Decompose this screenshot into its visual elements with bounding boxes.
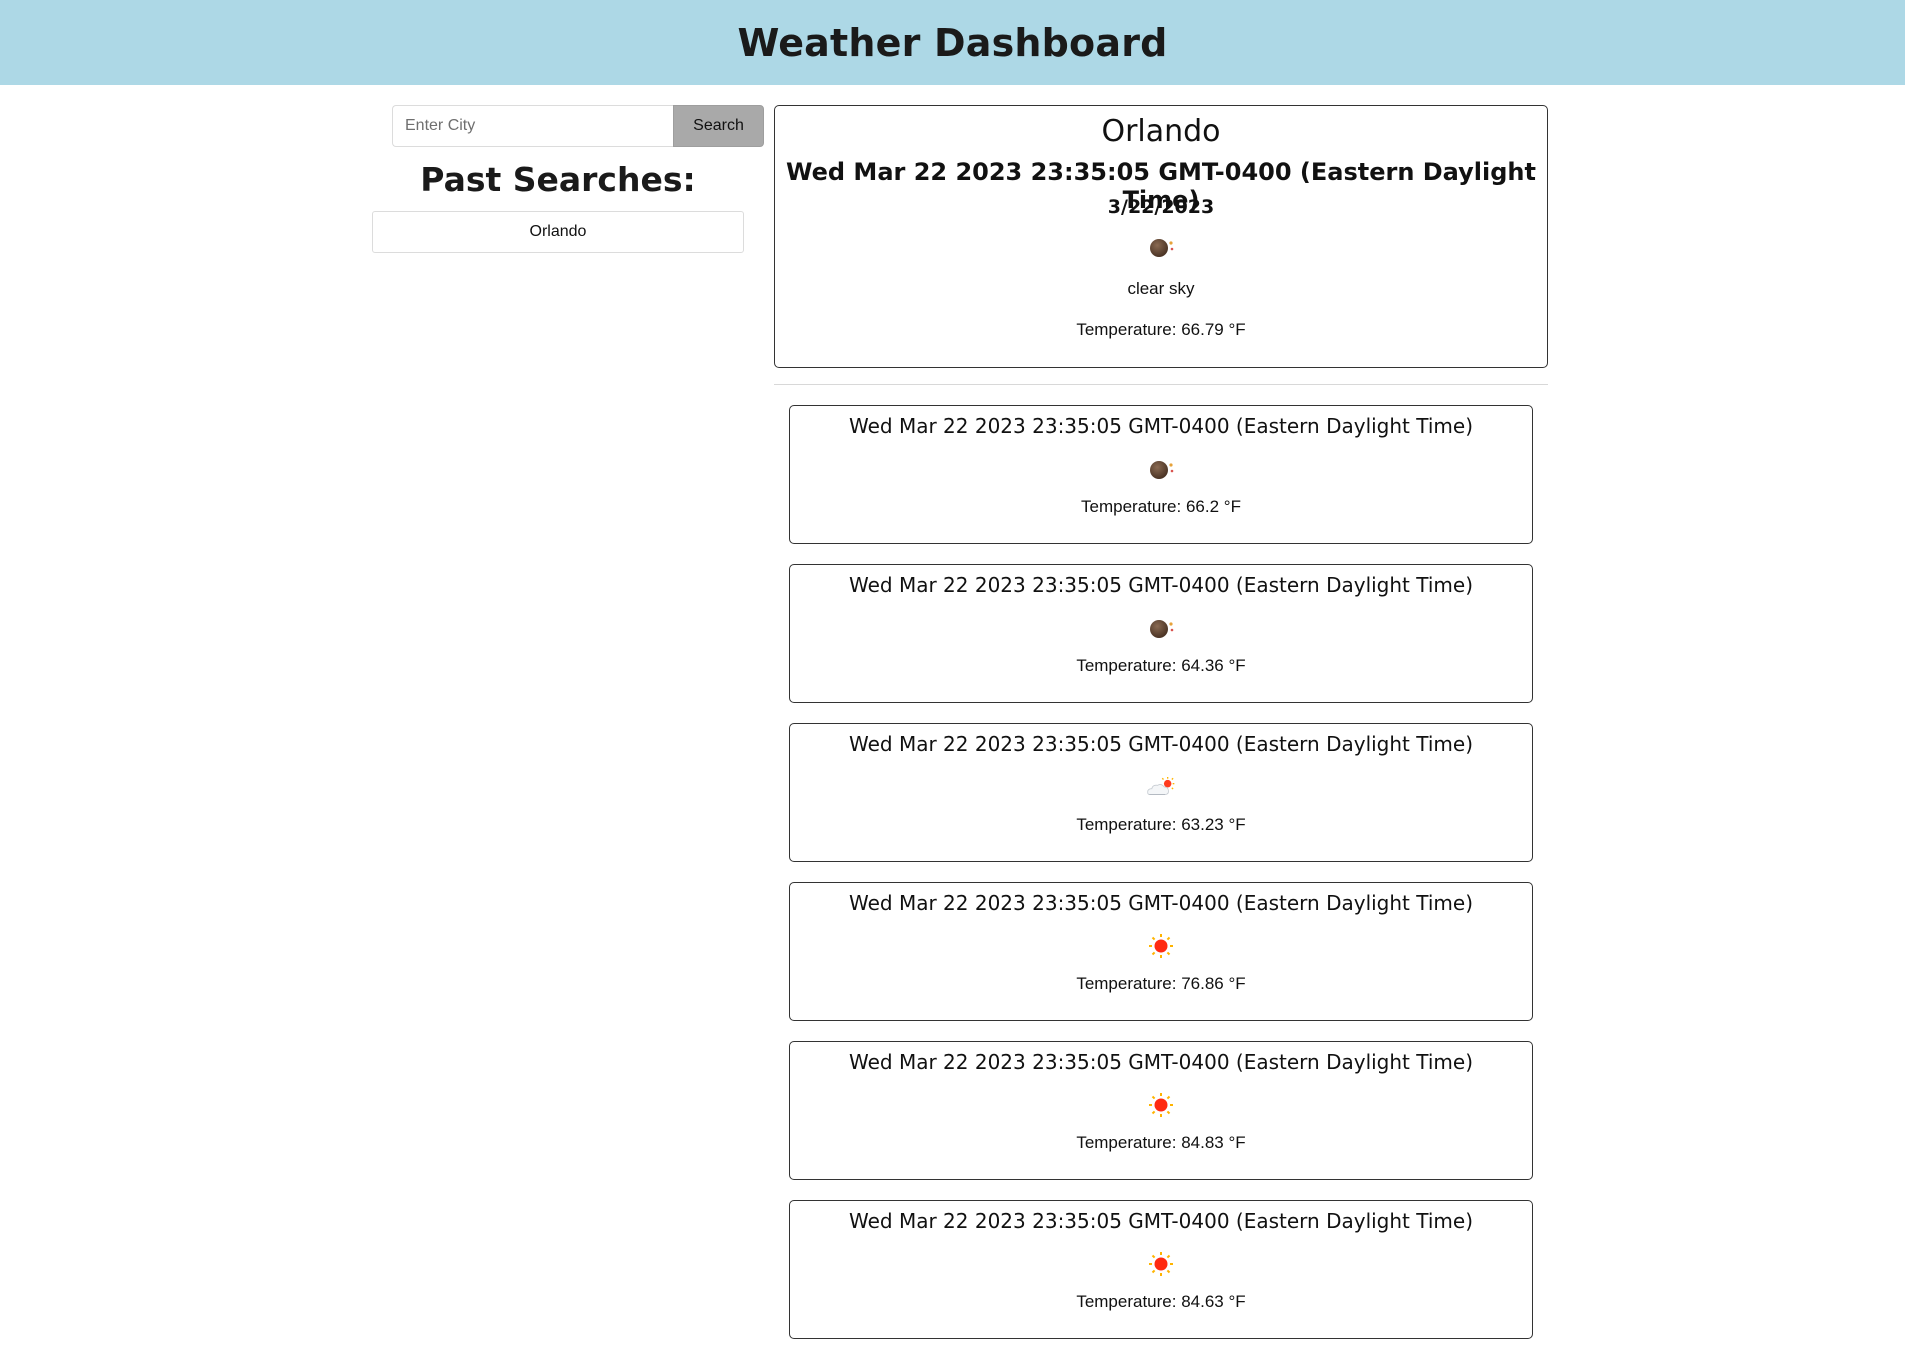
forecast-datetime: Wed Mar 22 2023 23:35:05 GMT-0400 (Easte… (849, 573, 1473, 597)
search-button[interactable]: Search (673, 105, 764, 147)
temperature-unit: °F (1223, 497, 1241, 516)
past-searches-list: Orlando (372, 211, 744, 253)
page-header: Weather Dashboard (0, 0, 1905, 85)
temperature-label: Temperature: (1076, 815, 1177, 834)
current-temperature: Temperature: 66.79 °F (775, 320, 1547, 340)
temperature-unit: °F (1228, 974, 1246, 993)
temperature-label: Temperature: (1076, 1133, 1177, 1152)
forecast-temperature: Temperature: 63.23 °F (790, 815, 1532, 835)
section-divider (774, 384, 1548, 385)
temperature-value: 64.36 (1181, 656, 1224, 675)
temperature-unit: °F (1228, 320, 1246, 339)
temperature-value: 76.86 (1181, 974, 1224, 993)
forecast-card: Wed Mar 22 2023 23:35:05 GMT-0400 (Easte… (789, 564, 1533, 703)
moon-with-stars-icon (790, 456, 1532, 482)
forecast-datetime: Wed Mar 22 2023 23:35:05 GMT-0400 (Easte… (849, 1209, 1473, 1233)
temperature-value: 84.83 (1181, 1133, 1224, 1152)
sun-icon (790, 1251, 1532, 1277)
current-city-name: Orlando (1101, 114, 1221, 149)
temperature-unit: °F (1228, 656, 1246, 675)
forecast-temperature: Temperature: 84.83 °F (790, 1133, 1532, 1153)
forecast-card: Wed Mar 22 2023 23:35:05 GMT-0400 (Easte… (789, 405, 1533, 544)
temperature-label: Temperature: (1081, 497, 1182, 516)
forecast-datetime: Wed Mar 22 2023 23:35:05 GMT-0400 (Easte… (849, 732, 1473, 756)
forecast-datetime: Wed Mar 22 2023 23:35:05 GMT-0400 (Easte… (849, 1050, 1473, 1074)
current-weather-card: Orlando Wed Mar 22 2023 23:35:05 GMT-040… (774, 105, 1548, 368)
forecast-temperature: Temperature: 76.86 °F (790, 974, 1532, 994)
temperature-value: 66.2 (1185, 497, 1220, 516)
sun-icon (790, 1092, 1532, 1118)
temperature-unit: °F (1228, 815, 1246, 834)
forecast-card: Wed Mar 22 2023 23:35:05 GMT-0400 (Easte… (789, 1200, 1533, 1339)
weather-description: clear sky (1127, 279, 1195, 298)
temperature-label: Temperature: (1076, 1292, 1177, 1311)
forecast-temperature: Temperature: 64.36 °F (790, 656, 1532, 676)
forecast-card: Wed Mar 22 2023 23:35:05 GMT-0400 (Easte… (789, 723, 1533, 862)
past-search-item[interactable]: Orlando (372, 211, 744, 253)
temperature-label: Temperature: (1076, 656, 1177, 675)
forecast-datetime: Wed Mar 22 2023 23:35:05 GMT-0400 (Easte… (849, 891, 1473, 915)
temperature-unit: °F (1228, 1292, 1246, 1311)
city-search-input[interactable] (392, 105, 674, 147)
temperature-value: 66.79 (1181, 320, 1224, 339)
forecast-temperature: Temperature: 84.63 °F (790, 1292, 1532, 1312)
current-date: 3/22/2023 (1107, 196, 1215, 218)
page-title: Weather Dashboard (737, 20, 1168, 65)
temperature-label: Temperature: (1076, 974, 1177, 993)
temperature-unit: °F (1228, 1133, 1246, 1152)
cloud-with-sun-icon (790, 774, 1532, 800)
temperature-label: Temperature: (1076, 320, 1177, 339)
moon-with-stars-icon (790, 615, 1532, 641)
forecast-list: Wed Mar 22 2023 23:35:05 GMT-0400 (Easte… (789, 405, 1533, 1359)
sun-icon (790, 933, 1532, 959)
moon-with-stars-icon (775, 234, 1547, 260)
past-searches-title: Past Searches: (420, 160, 696, 199)
forecast-datetime: Wed Mar 22 2023 23:35:05 GMT-0400 (Easte… (849, 414, 1473, 438)
forecast-card: Wed Mar 22 2023 23:35:05 GMT-0400 (Easte… (789, 1041, 1533, 1180)
temperature-value: 63.23 (1181, 815, 1224, 834)
forecast-temperature: Temperature: 66.2 °F (790, 497, 1532, 517)
temperature-value: 84.63 (1181, 1292, 1224, 1311)
forecast-card: Wed Mar 22 2023 23:35:05 GMT-0400 (Easte… (789, 882, 1533, 1021)
